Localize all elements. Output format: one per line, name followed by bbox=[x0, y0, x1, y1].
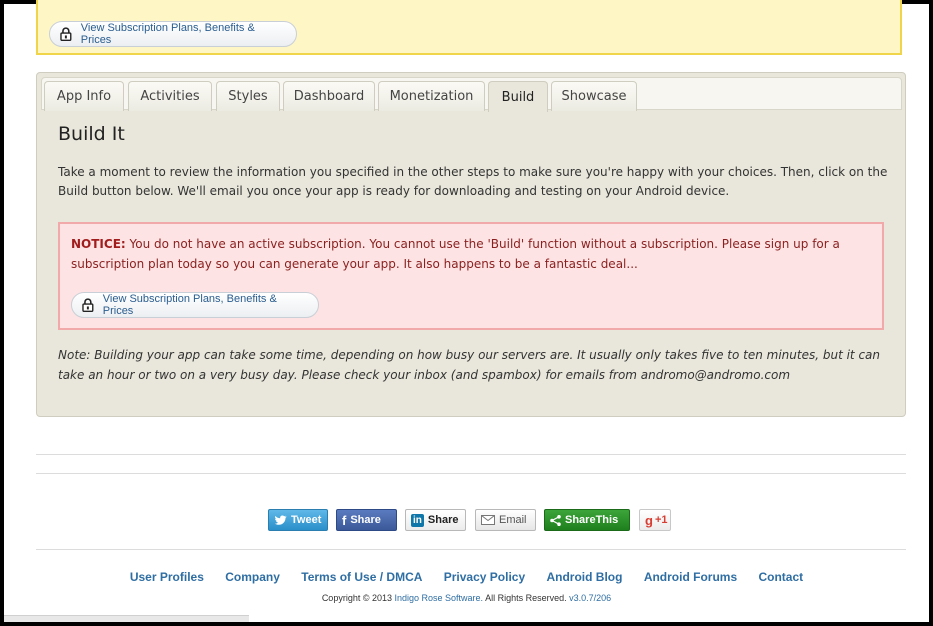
tab-label: Activities bbox=[140, 89, 200, 104]
tab-label: Styles bbox=[228, 89, 268, 104]
google-plus-one-label: +1 bbox=[654, 514, 668, 526]
lock-icon bbox=[82, 298, 94, 312]
window-frame-right bbox=[929, 0, 933, 626]
tab-styles[interactable]: Styles bbox=[216, 81, 280, 111]
email-share-label: Email bbox=[499, 514, 527, 526]
subscription-plans-button[interactable]: View Subscription Plans, Benefits & Pric… bbox=[71, 292, 319, 318]
sharethis-button[interactable]: ShareThis bbox=[544, 509, 630, 531]
subscription-plans-button-label: View Subscription Plans, Benefits & Pric… bbox=[102, 293, 277, 317]
google-g-icon: g bbox=[645, 512, 653, 528]
tab-app-info[interactable]: App Info bbox=[44, 81, 124, 111]
rights-text: All Rights Reserved. bbox=[485, 593, 567, 603]
tab-dashboard[interactable]: Dashboard bbox=[283, 81, 375, 111]
share-nodes-icon bbox=[550, 514, 561, 526]
window-frame-bottom bbox=[0, 622, 933, 626]
email-share-button[interactable]: Email bbox=[475, 509, 536, 531]
build-intro-text: Take a moment to review the information … bbox=[58, 165, 888, 198]
tab-label: Showcase bbox=[561, 89, 627, 104]
footer-link-privacy[interactable]: Privacy Policy bbox=[444, 570, 525, 584]
linkedin-share-button[interactable]: in Share bbox=[405, 509, 466, 531]
page-title: Build It bbox=[58, 123, 125, 145]
company-link[interactable]: Indigo Rose Software. bbox=[395, 593, 484, 603]
notice-label: NOTICE: bbox=[71, 237, 126, 251]
google-plus-one-button[interactable]: g +1 bbox=[639, 509, 671, 531]
divider bbox=[36, 549, 906, 550]
window-frame-left bbox=[0, 0, 4, 626]
top-subscription-button-label: View Subscription Plans, Benefits & Pric… bbox=[80, 22, 255, 46]
build-panel: App Info Activities Styles Dashboard Mon… bbox=[36, 72, 906, 417]
top-subscription-button[interactable]: View Subscription Plans, Benefits & Pric… bbox=[49, 21, 297, 47]
tab-showcase[interactable]: Showcase bbox=[551, 81, 637, 111]
divider bbox=[36, 454, 906, 455]
top-subscription-notice: View Subscription Plans, Benefits & Pric… bbox=[36, 0, 902, 55]
lock-icon bbox=[60, 27, 72, 41]
sharethis-label: ShareThis bbox=[565, 514, 619, 526]
tweet-button[interactable]: Tweet bbox=[268, 509, 328, 531]
facebook-share-label: Share bbox=[350, 514, 381, 526]
tab-label: App Info bbox=[56, 89, 112, 104]
facebook-icon: f bbox=[342, 512, 347, 528]
tab-activities[interactable]: Activities bbox=[128, 81, 212, 111]
tab-build[interactable]: Build bbox=[488, 81, 548, 112]
footer-link-terms[interactable]: Terms of Use / DMCA bbox=[301, 570, 422, 584]
version-text: v3.0.7/206 bbox=[569, 593, 612, 603]
footer-link-company[interactable]: Company bbox=[225, 570, 280, 584]
copyright-line: Copyright © 2013 Indigo Rose Software. A… bbox=[0, 593, 933, 603]
tab-label: Monetization bbox=[389, 89, 474, 104]
linkedin-icon: in bbox=[411, 513, 424, 527]
divider bbox=[36, 473, 906, 474]
copyright-prefix: Copyright © 2013 bbox=[321, 593, 392, 603]
footer-nav: User Profiles Company Terms of Use / DMC… bbox=[0, 570, 933, 584]
footer-link-contact[interactable]: Contact bbox=[758, 570, 803, 584]
twitter-bird-icon bbox=[274, 515, 287, 525]
notice-message: NOTICE: You do not have an active subscr… bbox=[71, 234, 871, 274]
tweet-label: Tweet bbox=[291, 514, 322, 526]
subscription-notice-box: NOTICE: You do not have an active subscr… bbox=[58, 222, 884, 330]
footer-link-android-blog[interactable]: Android Blog bbox=[546, 570, 622, 584]
facebook-share-button[interactable]: f Share bbox=[336, 509, 397, 531]
notice-body: You do not have an active subscription. … bbox=[71, 237, 840, 271]
build-time-note: Note: Building your app can take some ti… bbox=[58, 348, 881, 382]
tab-label: Build bbox=[501, 89, 535, 105]
linkedin-share-label: Share bbox=[427, 514, 459, 526]
tab-label: Dashboard bbox=[293, 89, 365, 104]
footer-link-android-forums[interactable]: Android Forums bbox=[644, 570, 737, 584]
tab-bar: App Info Activities Styles Dashboard Mon… bbox=[41, 77, 902, 112]
envelope-icon bbox=[481, 515, 495, 525]
footer-link-user-profiles[interactable]: User Profiles bbox=[130, 570, 204, 584]
tab-monetization[interactable]: Monetization bbox=[378, 81, 485, 111]
